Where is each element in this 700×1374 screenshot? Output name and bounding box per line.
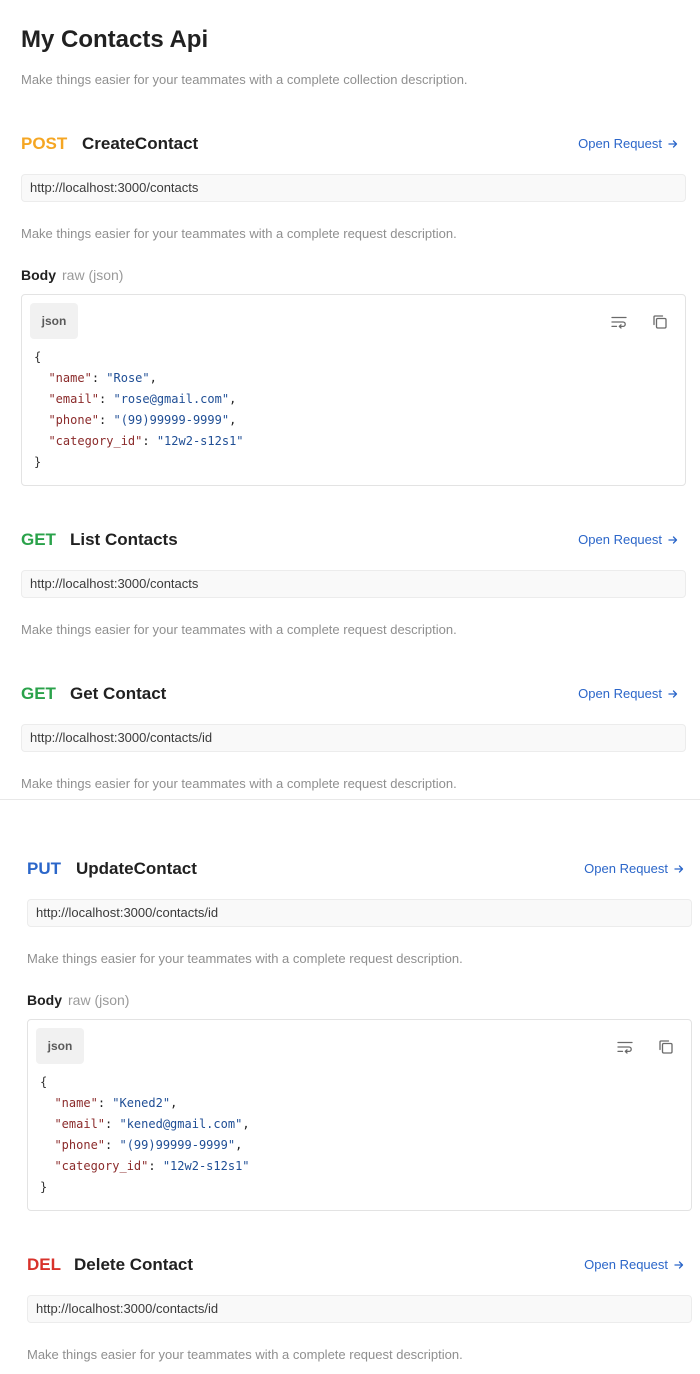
body-label-text: Body (27, 992, 62, 1008)
lang-tag: json (30, 303, 78, 339)
request-name-create-contact: CreateContact (82, 134, 199, 153)
method-badge-get: GET (21, 684, 56, 703)
request-description-update-contact: Make things easier for your teammates wi… (27, 951, 463, 966)
request-description-create-contact: Make things easier for your teammates wi… (21, 226, 457, 241)
request-name-update-contact: UpdateContact (76, 859, 197, 878)
method-badge-get: GET (21, 530, 56, 549)
open-request-label: Open Request (584, 1257, 668, 1272)
open-request-label: Open Request (578, 136, 662, 151)
request-name-delete-contact: Delete Contact (74, 1255, 194, 1274)
open-request-label: Open Request (578, 532, 662, 547)
collection-title: My Contacts Api (21, 26, 209, 53)
open-request-label: Open Request (584, 861, 668, 876)
documentation-part-1: My Contacts Api Make things easier for y… (0, 0, 700, 799)
arrow-right-icon (668, 536, 678, 544)
body-label-create-contact: Body raw (json) (21, 266, 123, 284)
body-label-text: Body (21, 267, 56, 283)
arrow-right-icon (674, 865, 684, 873)
open-request-label: Open Request (578, 686, 662, 701)
open-request-link-update-contact[interactable]: Open Request (584, 860, 684, 878)
open-request-link-create-contact[interactable]: Open Request (578, 135, 678, 153)
arrow-right-icon (668, 690, 678, 698)
request-url-delete-contact[interactable]: http://localhost:3000/contacts/id (27, 1295, 692, 1323)
body-label-update-contact: Body raw (json) (27, 991, 129, 1009)
request-description-get-contact: Make things easier for your teammates wi… (21, 776, 457, 791)
code-panel-create-contact: json { "name": "Rose", "email": "rose@gm… (21, 294, 686, 486)
body-mode-text: raw (json) (62, 267, 124, 283)
collection-description: Make things easier for your teammates wi… (21, 72, 468, 87)
open-request-link-get-contact[interactable]: Open Request (578, 685, 678, 703)
request-description-list-contacts: Make things easier for your teammates wi… (21, 622, 457, 637)
request-url-update-contact[interactable]: http://localhost:3000/contacts/id (27, 899, 692, 927)
open-request-link-list-contacts[interactable]: Open Request (578, 531, 678, 549)
lang-tag: json (36, 1028, 84, 1064)
request-url-get-contact[interactable]: http://localhost:3000/contacts/id (21, 724, 686, 752)
arrow-right-icon (668, 140, 678, 148)
wrap-lines-icon[interactable] (616, 1038, 634, 1056)
json-body-create-contact: { "name": "Rose", "email": "rose@gmail.c… (34, 350, 244, 469)
open-request-link-delete-contact[interactable]: Open Request (584, 1256, 684, 1274)
arrow-right-icon (674, 1261, 684, 1269)
method-badge-post: POST (21, 134, 68, 153)
request-description-delete-contact: Make things easier for your teammates wi… (27, 1347, 463, 1362)
method-badge-put: PUT (27, 859, 61, 878)
request-url-list-contacts[interactable]: http://localhost:3000/contacts (21, 570, 686, 598)
json-body-update-contact: { "name": "Kened2", "email": "kened@gmai… (40, 1075, 250, 1194)
body-mode-text: raw (json) (68, 992, 130, 1008)
request-url-create-contact[interactable]: http://localhost:3000/contacts (21, 174, 686, 202)
request-name-get-contact: Get Contact (70, 684, 167, 703)
wrap-lines-icon[interactable] (610, 313, 628, 331)
request-name-list-contacts: List Contacts (70, 530, 178, 549)
method-badge-del: DEL (27, 1255, 61, 1274)
documentation-part-2: PUT UpdateContact Open Request http://lo… (0, 800, 700, 1374)
copy-icon[interactable] (651, 313, 669, 331)
copy-icon[interactable] (657, 1038, 675, 1056)
code-panel-update-contact: json { "name": "Kened2", "email": "kened… (27, 1019, 692, 1211)
